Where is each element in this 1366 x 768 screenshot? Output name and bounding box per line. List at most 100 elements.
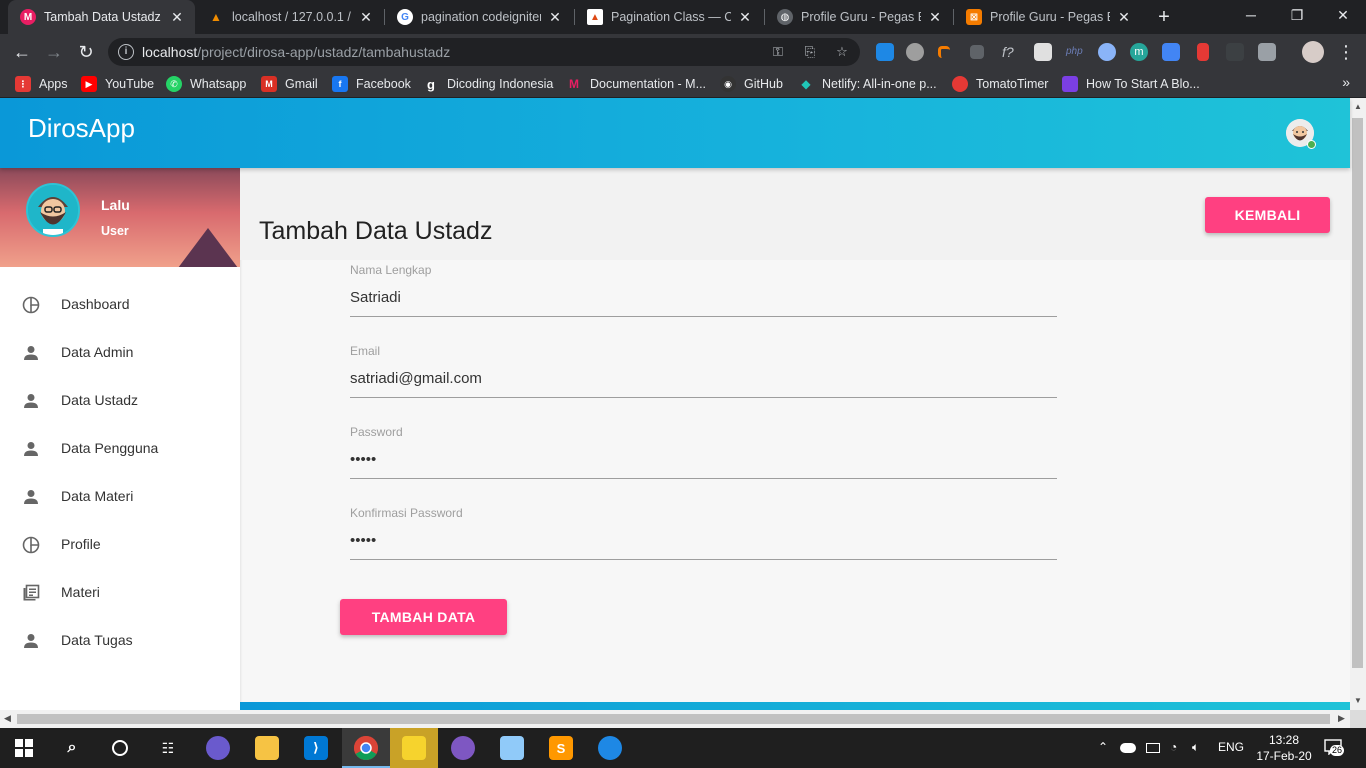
bookmark-star-icon[interactable]: ☆: [834, 44, 850, 60]
scroll-down-icon[interactable]: ▼: [1354, 696, 1362, 705]
new-tab-button[interactable]: +: [1152, 5, 1176, 29]
close-tab-icon[interactable]: ✕: [358, 9, 374, 26]
scroll-left-icon[interactable]: ◀: [4, 713, 11, 724]
extension-6-icon[interactable]: [1034, 43, 1052, 61]
scrollbar-thumb[interactable]: [17, 714, 1330, 724]
browser-menu-icon[interactable]: ⋮: [1334, 40, 1358, 64]
key-icon[interactable]: ⚿: [770, 44, 786, 60]
password-field[interactable]: Password •••••: [350, 425, 1057, 481]
ruler-extension-icon[interactable]: [970, 45, 984, 59]
close-tab-icon[interactable]: ✕: [169, 9, 185, 26]
tab-google-search[interactable]: G pagination codeigniter ✕: [385, 0, 573, 34]
tab-profile-guru-2[interactable]: ⊠ Profile Guru - Pegas Bel ✕: [954, 0, 1142, 34]
paint-app-icon[interactable]: [206, 736, 230, 760]
brand-logo[interactable]: DirosApp: [28, 113, 135, 144]
close-tab-icon[interactable]: ✕: [547, 9, 563, 26]
sidebar-item-data-materi[interactable]: Data Materi: [0, 473, 240, 521]
function-extension-icon[interactable]: f?: [1002, 43, 1020, 61]
translate-icon[interactable]: ⎘: [802, 44, 818, 60]
field-value[interactable]: •••••: [350, 532, 376, 549]
bookmark-netlify[interactable]: ◆ Netlify: All-in-one p...: [798, 76, 936, 92]
reload-icon[interactable]: ↻: [74, 40, 98, 64]
bookmark-documentation[interactable]: M Documentation - M...: [566, 76, 706, 92]
sticky-notes-icon[interactable]: [402, 736, 426, 760]
system-clock[interactable]: 13:28 17-Feb-20: [1252, 732, 1316, 764]
battery-icon[interactable]: [1146, 743, 1160, 753]
confirm-password-field[interactable]: Konfirmasi Password •••••: [350, 506, 1057, 562]
field-value[interactable]: satriadi@gmail.com: [350, 370, 482, 387]
bookmark-dicoding[interactable]: g Dicoding Indonesia: [423, 76, 553, 92]
php-extension-icon[interactable]: php: [1066, 43, 1084, 61]
extension-1-icon[interactable]: [876, 43, 894, 61]
address-url[interactable]: localhost/project/dirosa-app/ustadz/tamb…: [142, 44, 450, 60]
vertical-scrollbar[interactable]: ▲ ▼: [1350, 98, 1366, 710]
close-tab-icon[interactable]: ✕: [927, 9, 943, 26]
tab-pagination-class[interactable]: ▲ Pagination Class — Cod ✕: [575, 0, 763, 34]
notepad-icon[interactable]: [500, 736, 524, 760]
bookmark-facebook[interactable]: f Facebook: [332, 76, 411, 92]
tab-profile-guru-1[interactable]: ◍ Profile Guru - Pegas Bel ✕: [765, 0, 953, 34]
sidebar-item-profile[interactable]: Profile: [0, 521, 240, 569]
vscode-icon[interactable]: ⟩: [304, 736, 328, 760]
back-arrow-icon[interactable]: ←: [10, 40, 34, 64]
extension-8-icon[interactable]: [1098, 43, 1116, 61]
restore-button[interactable]: ❐: [1274, 0, 1320, 30]
volume-icon[interactable]: 🔈︎: [1192, 740, 1199, 755]
close-tab-icon[interactable]: ✕: [737, 9, 753, 26]
file-explorer-icon[interactable]: [255, 736, 279, 760]
cortana-icon[interactable]: [108, 736, 132, 760]
minimize-button[interactable]: ─: [1228, 0, 1274, 30]
scroll-right-icon[interactable]: ▶: [1338, 713, 1345, 724]
site-info-icon[interactable]: i: [118, 44, 134, 60]
bookmark-tomatotimer[interactable]: TomatoTimer: [952, 76, 1048, 92]
extension-9-icon[interactable]: m: [1130, 43, 1148, 61]
sidebar-item-data-tugas[interactable]: Data Tugas: [0, 617, 240, 665]
sidebar-item-data-pengguna[interactable]: Data Pengguna: [0, 425, 240, 473]
google-translate-icon[interactable]: [1162, 43, 1180, 61]
submit-button[interactable]: TAMBAH DATA: [340, 599, 507, 635]
show-hidden-icons-chevron-icon[interactable]: ⌃: [1098, 740, 1108, 754]
firefox-icon[interactable]: [598, 736, 622, 760]
bookmark-blog[interactable]: How To Start A Blo...: [1062, 76, 1200, 92]
field-value[interactable]: Satriadi: [350, 289, 401, 306]
bookmark-apps[interactable]: ⋮ Apps: [15, 76, 68, 92]
forward-arrow-icon[interactable]: →: [42, 40, 66, 64]
horizontal-scrollbar[interactable]: ◀ ▶: [0, 710, 1350, 728]
close-window-button[interactable]: ✕: [1320, 0, 1366, 30]
gear-extension-icon[interactable]: [906, 43, 924, 61]
tab-phpmyadmin[interactable]: ▲ localhost / 127.0.0.1 / d ✕: [196, 0, 384, 34]
action-center-button[interactable]: 26: [1324, 739, 1346, 757]
tab-tambah-data-ustadz[interactable]: M Tambah Data Ustadz - D ✕: [8, 0, 195, 34]
bookmark-youtube[interactable]: ▶ YouTube: [81, 76, 154, 92]
sidebar-item-data-ustadz[interactable]: Data Ustadz: [0, 377, 240, 425]
chrome-taskbar-icon[interactable]: [354, 736, 378, 760]
language-indicator[interactable]: ENG: [1218, 740, 1244, 754]
extension-12-icon[interactable]: [1226, 43, 1244, 61]
sublime-text-icon[interactable]: S: [549, 736, 573, 760]
github-desktop-icon[interactable]: [451, 736, 475, 760]
drive-extension-icon[interactable]: [1258, 43, 1276, 61]
bookmark-whatsapp[interactable]: ✆ Whatsapp: [166, 76, 246, 92]
onedrive-cloud-icon[interactable]: [1120, 743, 1136, 753]
scrollbar-thumb[interactable]: [1352, 118, 1363, 668]
user-avatar[interactable]: [26, 183, 80, 237]
sidebar-item-dashboard[interactable]: Dashboard: [0, 281, 240, 329]
extension-11-icon[interactable]: [1197, 43, 1209, 61]
windows-start-icon[interactable]: [12, 736, 36, 760]
bookmarks-overflow-icon[interactable]: »: [1342, 74, 1350, 90]
extension-3-icon[interactable]: [938, 46, 950, 58]
bookmark-github[interactable]: ◉ GitHub: [720, 76, 783, 92]
sidebar-item-data-admin[interactable]: Data Admin: [0, 329, 240, 377]
close-tab-icon[interactable]: ✕: [1116, 9, 1132, 26]
profile-avatar-icon[interactable]: [1302, 41, 1324, 63]
bookmark-gmail[interactable]: M Gmail: [261, 76, 318, 92]
sidebar-item-materi[interactable]: Materi: [0, 569, 240, 617]
scroll-up-icon[interactable]: ▲: [1354, 102, 1362, 111]
back-button[interactable]: KEMBALI: [1205, 197, 1330, 233]
email-field[interactable]: Email satriadi@gmail.com: [350, 344, 1057, 400]
field-value[interactable]: •••••: [350, 451, 376, 468]
wifi-icon[interactable]: ◔: [1170, 740, 1177, 754]
nama-lengkap-field[interactable]: Nama Lengkap Satriadi: [350, 263, 1057, 319]
address-bar[interactable]: i localhost/project/dirosa-app/ustadz/ta…: [108, 38, 860, 66]
search-icon[interactable]: ⌕: [60, 736, 84, 760]
